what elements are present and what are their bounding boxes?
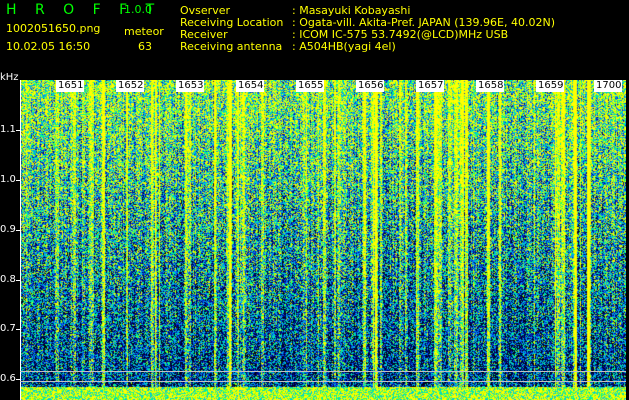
time-label: 1656 [357, 80, 385, 92]
reference-line [20, 381, 626, 382]
time-label: 1659 [537, 80, 565, 92]
y-axis-unit: kHz [0, 72, 19, 83]
meteor-count: 63 [138, 40, 152, 53]
reference-line [20, 371, 626, 372]
y-tick-label: 0.8 [0, 274, 16, 285]
y-tick-label: 0.6 [0, 373, 16, 384]
y-tick-label: 1.1 [0, 124, 16, 135]
spectrogram [20, 80, 626, 400]
y-tick [16, 130, 21, 131]
spectrogram-canvas [20, 80, 626, 400]
capture-datetime: 10.02.05 16:50 [6, 40, 91, 53]
info-antenna-value: : A504HB(yagi 4el) [292, 40, 396, 53]
time-label: 1652 [117, 80, 145, 92]
time-label: 1658 [477, 80, 505, 92]
info-antenna-label: Receiving antenna [180, 40, 283, 53]
time-label: 1657 [417, 80, 445, 92]
y-axis-line [20, 80, 21, 400]
time-label: 1654 [237, 80, 265, 92]
time-label: 1653 [177, 80, 205, 92]
y-tick [16, 180, 21, 181]
meteor-label: meteor [124, 25, 164, 38]
y-tick [16, 230, 21, 231]
y-tick-label: 1.0 [0, 174, 16, 185]
y-tick [16, 329, 21, 330]
y-tick [16, 280, 21, 281]
time-label: 1655 [297, 80, 325, 92]
y-tick-label: 0.9 [0, 224, 16, 235]
y-tick [16, 379, 21, 380]
y-tick-label: 0.7 [0, 323, 16, 334]
image-filename: 1002051650.png [6, 22, 101, 35]
time-label: 1651 [57, 80, 85, 92]
time-label: 1700 [595, 80, 623, 92]
app-version: 1.0.0 [124, 3, 152, 16]
